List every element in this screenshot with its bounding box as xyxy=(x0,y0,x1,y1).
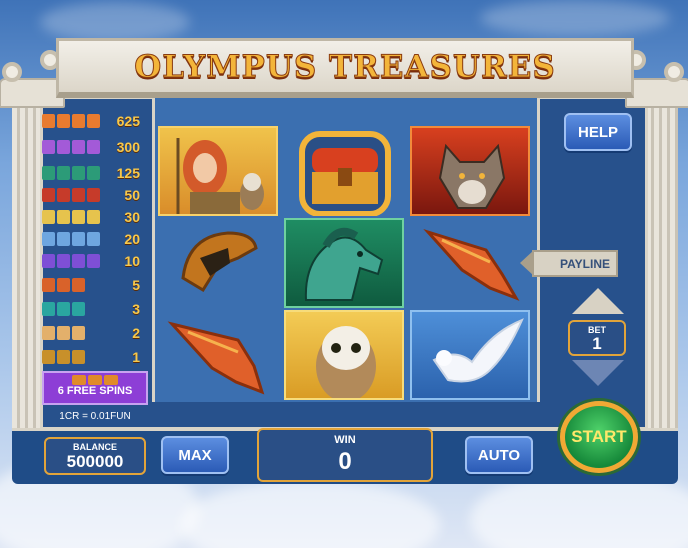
eagle-icon xyxy=(42,140,104,154)
bet-decrease-button[interactable] xyxy=(572,360,624,386)
credit-rate: 1CR = 0.01FUN xyxy=(59,411,131,422)
payout-value: 3 xyxy=(132,301,140,317)
paytable-row: 30 xyxy=(42,208,150,226)
paytable-row: 1 xyxy=(42,348,150,366)
cloud xyxy=(480,0,670,36)
auto-spin-button[interactable]: AUTO xyxy=(465,436,533,474)
help-button[interactable]: HELP xyxy=(564,113,632,151)
payout-value: 2 xyxy=(132,325,140,341)
cloud xyxy=(180,480,440,548)
payout-value: 50 xyxy=(124,187,140,203)
spearhead-icon xyxy=(410,218,530,308)
win-label: WIN xyxy=(334,434,356,446)
payout-value: 300 xyxy=(116,139,140,155)
owl-icon xyxy=(42,210,104,224)
goddess-icon xyxy=(42,114,104,128)
goddess-icon xyxy=(158,126,278,216)
treasure-chest-icon xyxy=(284,126,404,216)
bet-value: 1 xyxy=(592,334,602,353)
payline-label: PAYLINE xyxy=(559,256,610,271)
paytable-row: 625 xyxy=(42,112,150,130)
gem-icon xyxy=(42,302,104,316)
bet-increase-button[interactable] xyxy=(572,288,624,314)
owl-icon xyxy=(284,310,404,400)
paytable-row: 125 xyxy=(42,164,150,182)
paytable-row: 3 xyxy=(42,300,150,318)
payout-value: 5 xyxy=(132,277,140,293)
quill-icon xyxy=(42,326,104,340)
payout-value: 10 xyxy=(124,253,140,269)
spearhead-icon xyxy=(158,310,278,400)
free-spins-badge: 6 FREE SPINS xyxy=(42,371,148,405)
spearhead-icon xyxy=(42,278,104,292)
wolf-icon xyxy=(410,126,530,216)
balance-display: BALANCE 500000 xyxy=(44,437,146,475)
helmet-icon xyxy=(42,350,104,364)
game-title: OLYMPUS TREASURES xyxy=(134,49,556,86)
payout-value: 30 xyxy=(124,209,140,225)
payout-value: 125 xyxy=(116,165,140,181)
wolf-icon xyxy=(42,188,104,202)
title-banner: OLYMPUS TREASURES xyxy=(56,38,634,98)
win-value: 0 xyxy=(338,448,352,475)
paytable-row: 300 xyxy=(42,138,150,156)
horse-icon xyxy=(42,166,104,180)
paytable-row: 2 xyxy=(42,324,150,342)
max-bet-button[interactable]: MAX xyxy=(161,436,229,474)
paytable-row: 5 xyxy=(42,276,150,294)
horse-icon xyxy=(284,218,404,308)
free-spins-label: 6 FREE SPINS xyxy=(57,385,133,397)
balance-value: 500000 xyxy=(66,452,124,471)
treasure-chest-icon xyxy=(44,373,146,385)
paytable-row: 10 xyxy=(42,252,150,270)
payout-value: 1 xyxy=(132,349,140,365)
scroll-ornament xyxy=(2,62,22,82)
paytable-row: 20 xyxy=(42,230,150,248)
scroll-ornament xyxy=(664,62,684,82)
bet-display: BET 1 xyxy=(568,320,626,356)
lightning-icon xyxy=(42,254,104,268)
dove-icon xyxy=(410,310,530,400)
win-display: WIN 0 xyxy=(257,428,433,482)
payout-value: 625 xyxy=(116,113,140,129)
payout-value: 20 xyxy=(124,231,140,247)
dove-icon xyxy=(42,232,104,246)
balance-label: BALANCE xyxy=(73,442,117,452)
helmet-icon xyxy=(158,218,278,308)
start-button[interactable]: START xyxy=(560,401,638,473)
paytable-row: 50 xyxy=(42,186,150,204)
cloud xyxy=(40,2,190,42)
paytable: 625 300 125 50 30 20 10 5 3 2 1 xyxy=(42,112,148,396)
right-capital xyxy=(625,78,688,108)
payline-button[interactable]: PAYLINE xyxy=(520,250,618,277)
